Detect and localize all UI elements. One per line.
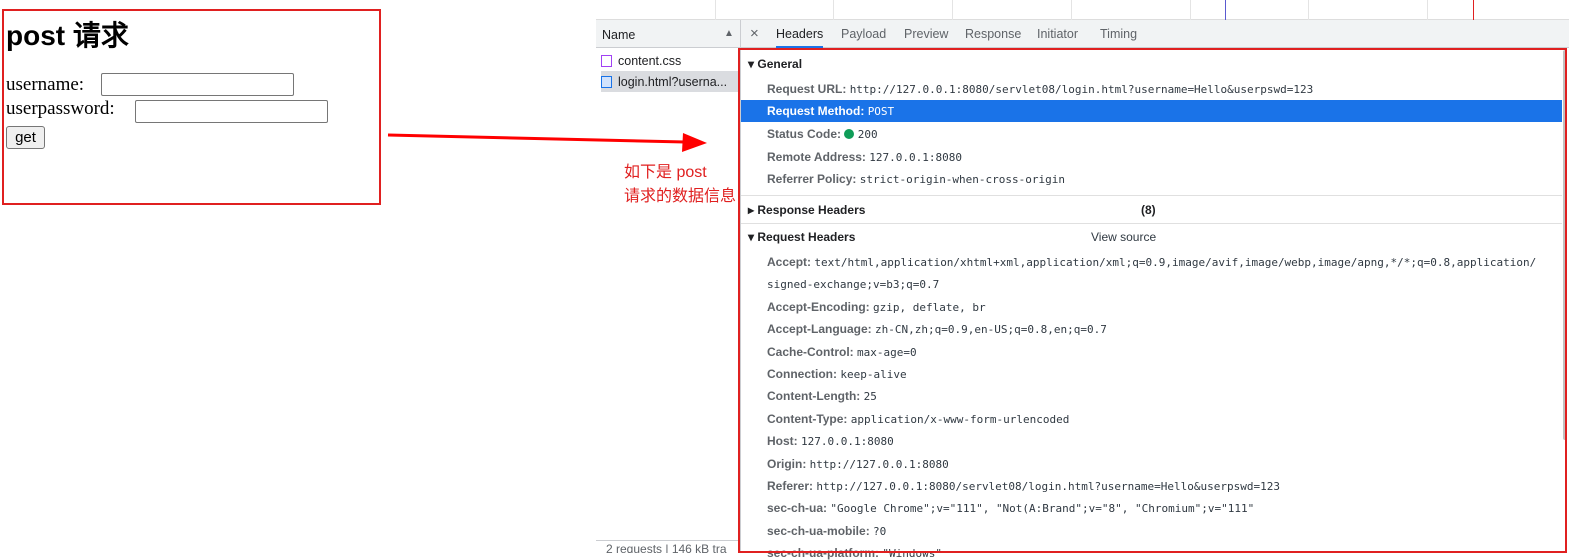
password-label: userpassword:	[6, 98, 115, 119]
tab-timing[interactable]: Timing	[1100, 27, 1137, 41]
sort-ascending-icon[interactable]: ▲	[724, 28, 734, 39]
headers-highlight-box	[738, 48, 1567, 553]
tab-preview[interactable]: Preview	[904, 27, 948, 41]
get-button[interactable]: get	[6, 126, 45, 149]
network-timeline[interactable]	[596, 0, 1569, 20]
tab-initiator[interactable]: Initiator	[1037, 27, 1078, 41]
request-item-content-css[interactable]: content.css	[601, 50, 740, 71]
document-file-icon	[601, 75, 612, 88]
password-input[interactable]	[135, 100, 328, 123]
username-input[interactable]	[101, 73, 294, 96]
close-icon[interactable]: ×	[750, 25, 759, 42]
request-item-login[interactable]: login.html?userna...	[601, 71, 740, 92]
network-status-bar: 2 requests | 146 kB tra	[596, 540, 741, 553]
tab-response[interactable]: Response	[965, 27, 1021, 41]
file-name: login.html?userna...	[618, 74, 728, 89]
tab-payload[interactable]: Payload	[841, 27, 886, 41]
file-name: content.css	[618, 53, 682, 68]
name-column-header[interactable]: Name	[602, 28, 635, 42]
tab-headers[interactable]: Headers	[776, 27, 824, 48]
stylesheet-file-icon	[601, 54, 612, 67]
request-list	[596, 20, 741, 553]
username-label: username:	[6, 74, 85, 95]
page-title: post 请求	[6, 20, 129, 51]
devtools-header-bar	[596, 20, 1569, 48]
